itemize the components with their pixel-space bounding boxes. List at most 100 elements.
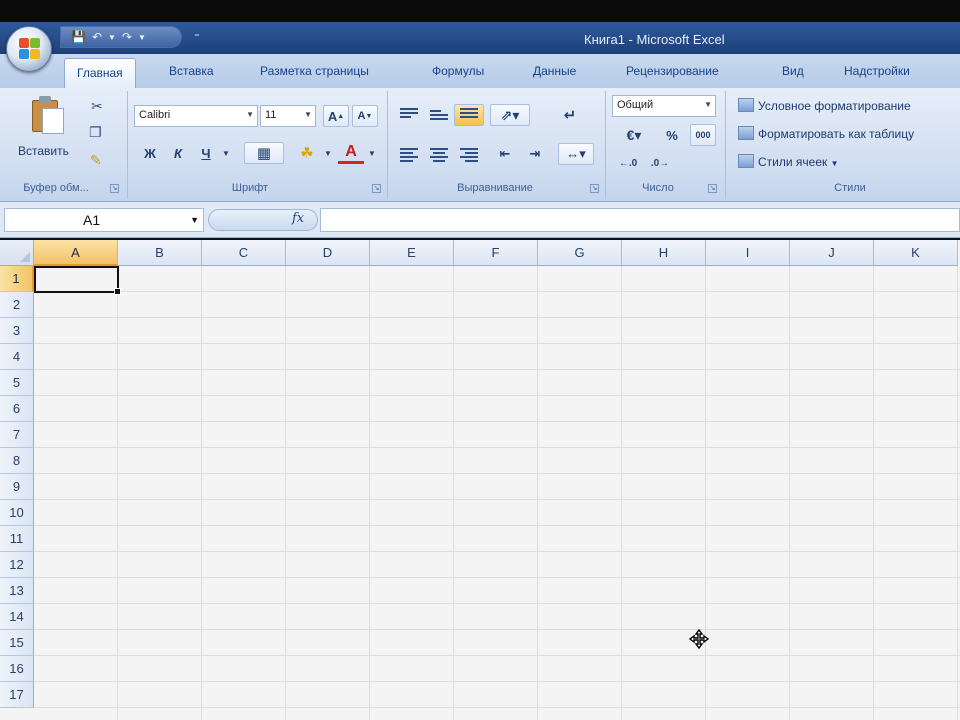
column-header-k[interactable]: K [874,240,958,266]
column-header-g[interactable]: G [538,240,622,266]
redo-dropdown-icon[interactable]: ▼ [138,33,146,42]
row-header-9[interactable]: 9 [0,474,34,500]
grow-font-button[interactable]: A ▲ [323,105,349,127]
undo-dropdown-icon[interactable]: ▼ [108,33,116,42]
font-color-button[interactable]: A [338,142,364,164]
select-all-button[interactable] [0,240,34,266]
row-header-11[interactable]: 11 [0,526,34,552]
row-header-17[interactable]: 17 [0,682,34,708]
increase-indent-icon[interactable]: ⇥ [522,143,548,165]
number-format-select[interactable]: Общий ▼ [612,95,716,117]
tab-formulas[interactable]: Формулы [432,64,484,78]
thousands-separator-button[interactable]: 000 [690,124,716,146]
formula-input[interactable] [320,208,960,232]
italic-button[interactable]: К [166,142,190,164]
grow-font-icon: A [327,108,338,124]
format-as-table-button[interactable]: Форматировать как таблицу [738,126,914,141]
merge-cells-icon[interactable]: ↔▾ [558,143,594,165]
row-header-4[interactable]: 4 [0,344,34,370]
clipboard-launcher-icon[interactable]: ↘ [110,184,119,193]
tab-page-layout[interactable]: Разметка страницы [260,64,369,78]
tab-data[interactable]: Данные [533,64,576,78]
customize-qat-icon[interactable]: ⁼ [194,30,200,43]
tab-insert[interactable]: Вставка [169,64,214,78]
row-header-3[interactable]: 3 [0,318,34,344]
decrease-decimal-icon[interactable]: .0→ [646,152,674,174]
worksheet-grid[interactable]: A B C D E F G H I J K 1 2 3 4 5 6 7 8 9 10 11 12 13 14 15 16 17 [0,240,960,720]
row-gridline [34,473,960,474]
column-header-e[interactable]: E [370,240,454,266]
align-left-icon[interactable] [400,148,418,162]
increase-decimal-icon[interactable]: ←.0 [614,152,642,174]
align-top-icon[interactable] [400,108,418,122]
column-header-f[interactable]: F [454,240,538,266]
window-title: Книга1 - Microsoft Excel [584,32,725,47]
name-box-value: A1 [83,212,101,228]
align-right-icon[interactable] [460,148,478,162]
fill-color-dropdown-icon[interactable]: ▼ [322,142,334,164]
row-header-13[interactable]: 13 [0,578,34,604]
align-center-icon[interactable] [430,148,448,162]
font-color-dropdown-icon[interactable]: ▼ [366,142,378,164]
name-box[interactable]: A1 ▼ [4,208,204,232]
row-header-6[interactable]: 6 [0,396,34,422]
paste-icon[interactable] [30,96,66,136]
column-header-j[interactable]: J [790,240,874,266]
orientation-icon[interactable]: ⇗▾ [490,104,530,126]
column-header-b[interactable]: B [118,240,202,266]
format-as-table-icon [738,126,754,140]
save-icon[interactable]: 💾 [71,30,86,44]
conditional-formatting-button[interactable]: Условное форматирование [738,98,911,113]
row-header-16[interactable]: 16 [0,656,34,682]
cut-icon[interactable]: ✂ [91,98,103,115]
row-header-15[interactable]: 15 [0,630,34,656]
row-header-14[interactable]: 14 [0,604,34,630]
underline-dropdown-icon[interactable]: ▼ [220,142,232,164]
column-header-i[interactable]: I [706,240,790,266]
currency-format-icon[interactable]: €▾ [614,124,654,146]
shrink-font-button[interactable]: A ▼ [352,105,378,127]
tab-review[interactable]: Рецензирование [626,64,719,78]
column-header-c[interactable]: C [202,240,286,266]
cell-styles-button[interactable]: Стили ячеек ▼ [738,154,839,169]
row-header-10[interactable]: 10 [0,500,34,526]
format-painter-icon[interactable]: ✎ [90,152,102,169]
wrap-text-icon[interactable]: ↵ [556,104,584,126]
redo-icon[interactable]: ↷ [122,30,132,44]
align-middle-icon[interactable] [430,110,448,124]
column-gridline [285,266,286,720]
align-bottom-button[interactable] [454,104,484,126]
font-size-select[interactable]: 11 ▼ [260,105,316,127]
chevron-down-icon: ▼ [304,110,312,119]
underline-button[interactable]: Ч [194,142,218,164]
bold-button[interactable]: Ж [138,142,162,164]
decrease-indent-icon[interactable]: ⇤ [492,143,518,165]
row-gridline [34,577,960,578]
tab-home[interactable]: Главная [64,58,136,88]
tab-view[interactable]: Вид [782,64,804,78]
percent-button[interactable]: % [660,124,684,146]
row-header-1[interactable]: 1 [0,266,34,292]
number-launcher-icon[interactable]: ↘ [708,184,717,193]
number-group-label: Число [642,182,674,194]
active-cell-a1[interactable] [34,266,121,295]
tab-add-ins[interactable]: Надстройки [844,64,910,78]
column-header-h[interactable]: H [622,240,706,266]
row-header-5[interactable]: 5 [0,370,34,396]
column-header-a[interactable]: A [34,240,118,266]
font-name-select[interactable]: Calibri ▼ [134,105,258,127]
alignment-launcher-icon[interactable]: ↘ [590,184,599,193]
column-header-d[interactable]: D [286,240,370,266]
row-header-8[interactable]: 8 [0,448,34,474]
borders-icon[interactable]: ▦ [244,142,284,164]
row-header-7[interactable]: 7 [0,422,34,448]
font-launcher-icon[interactable]: ↘ [372,184,381,193]
insert-function-button[interactable]: fx [292,211,304,226]
paste-button[interactable]: Вставить [18,144,69,158]
fill-color-icon[interactable]: ☘ [294,142,320,164]
row-header-2[interactable]: 2 [0,292,34,318]
row-header-12[interactable]: 12 [0,552,34,578]
undo-icon[interactable]: ↶ [92,30,102,44]
copy-icon[interactable]: ❐ [89,124,102,141]
office-button[interactable] [6,26,52,72]
